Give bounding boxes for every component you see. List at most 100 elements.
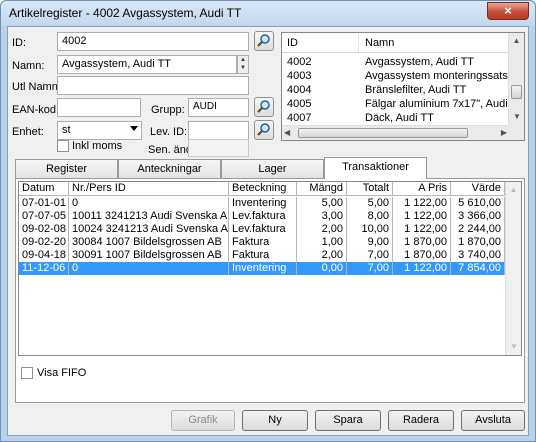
cell-varde: 2 244,00 <box>451 223 505 236</box>
list-item-id: 4004 <box>287 84 312 96</box>
cell-beteckning: Faktura <box>229 249 297 262</box>
scroll-down-icon[interactable]: ▼ <box>506 339 521 355</box>
name-spinner[interactable]: ▲ ▼ <box>237 55 249 74</box>
magnifier-icon <box>257 123 270 136</box>
cell-totalt: 9,00 <box>347 236 393 249</box>
article-list[interactable]: ID Namn 4002 Avgassystem, Audi TT 4003 Avga… <box>281 32 525 141</box>
ny-button[interactable]: Ny <box>242 410 308 431</box>
inkl-moms-label: Inkl moms <box>72 140 123 152</box>
sen-andr-field <box>188 139 249 157</box>
list-item[interactable]: 4002 Avgassystem, Audi TT <box>282 56 510 70</box>
group-search-button[interactable] <box>254 97 274 117</box>
grid-header: Datum Nr./Pers ID Beteckning Mängd Total… <box>19 182 505 196</box>
tab-anteckningar[interactable]: Anteckningar <box>118 159 221 179</box>
name-field[interactable]: Avgassystem, Audi TT <box>57 55 237 74</box>
cell-mangd: 3,00 <box>297 210 347 223</box>
window-title: Artikelregister - 4002 Avgassystem, Audi… <box>9 6 242 20</box>
ean-field[interactable] <box>57 98 141 117</box>
grafik-button[interactable]: Grafik <box>171 410 235 431</box>
name-label: Namn: <box>12 60 45 72</box>
table-row[interactable]: 07-01-01 0 Inventering 5,00 5,00 1 122,00 5 61… <box>19 197 505 210</box>
cell-mangd: 5,00 <box>297 197 347 210</box>
cell-beteckning: Inventering <box>229 197 297 210</box>
cell-apris: 1 870,00 <box>393 236 451 249</box>
spin-up-icon[interactable]: ▲ <box>238 56 248 64</box>
article-list-vscrollbar[interactable]: ▲ ▼ <box>508 33 524 125</box>
id-field[interactable]: 4002 <box>57 32 249 51</box>
scroll-thumb[interactable] <box>511 85 522 99</box>
group-label: Grupp: <box>151 104 185 116</box>
col-varde-header[interactable]: Värde <box>451 182 505 196</box>
utl-name-field[interactable] <box>57 76 249 95</box>
cell-datum: 07-07-05 <box>19 210 69 223</box>
tab-transaktioner[interactable]: Transaktioner <box>324 157 427 179</box>
table-row[interactable]: 09-02-08 10024 3241213 Audi Svenska AB Lev… <box>19 223 505 236</box>
list-item[interactable]: 4005 Fälgar aluminium 7x17", Audi TT <box>282 98 524 112</box>
col-name-header[interactable]: Namn <box>365 37 394 49</box>
lev-id-label: Lev. ID: <box>150 126 188 138</box>
cell-beteckning: Inventering <box>229 262 297 275</box>
avsluta-button[interactable]: Avsluta <box>461 410 525 431</box>
col-apris-header[interactable]: A Pris <box>393 182 451 196</box>
client-area: ID: 4002 Namn: Avgassystem, Audi TT ▲ ▼ … <box>7 26 529 436</box>
col-mangd-header[interactable]: Mängd <box>297 182 347 196</box>
article-list-hscrollbar[interactable]: ◀ ▶ <box>282 125 510 140</box>
cell-varde: 1 870,00 <box>451 236 505 249</box>
id-search-button[interactable] <box>254 31 274 51</box>
scroll-left-icon[interactable]: ◀ <box>284 125 290 140</box>
list-item-name: Avgassystem monteringssats, Aud <box>365 70 525 82</box>
cell-apris: 1 122,00 <box>393 210 451 223</box>
scroll-down-icon[interactable]: ▼ <box>509 109 524 125</box>
cell-mangd: 2,00 <box>297 249 347 262</box>
list-item-name: Fälgar aluminium 7x17", Audi TT <box>365 98 524 110</box>
title-bar[interactable]: Artikelregister - 4002 Avgassystem, Audi… <box>1 1 535 25</box>
visa-fifo-checkbox[interactable] <box>21 367 33 379</box>
cell-varde: 3 740,00 <box>451 249 505 262</box>
cell-beteckning: Lev.faktura <box>229 223 297 236</box>
scroll-up-icon[interactable]: ▲ <box>509 33 524 49</box>
cell-nr: 10024 3241213 Audi Svenska AB <box>69 223 229 236</box>
radera-button[interactable]: Radera <box>388 410 454 431</box>
table-row[interactable]: 07-07-05 10011 3241213 Audi Svenska AB Lev… <box>19 210 505 223</box>
cell-datum: 11-12-06 <box>19 262 69 275</box>
close-button[interactable]: × <box>487 2 529 20</box>
transactions-grid[interactable]: Datum Nr./Pers ID Beteckning Mängd Total… <box>18 181 522 356</box>
list-item[interactable]: 4003 Avgassystem monteringssats, Aud <box>282 70 524 84</box>
col-totalt-header[interactable]: Totalt <box>347 182 393 196</box>
scroll-up-icon[interactable]: ▲ <box>506 182 521 198</box>
list-item[interactable]: 4007 Däck, Audi TT <box>282 112 510 126</box>
hscroll-thumb[interactable] <box>298 128 468 138</box>
inkl-moms-checkbox[interactable] <box>57 140 69 152</box>
cell-mangd: 1,00 <box>297 236 347 249</box>
chevron-down-icon[interactable] <box>130 126 138 131</box>
col-nr-header[interactable]: Nr./Pers ID <box>69 182 229 196</box>
magnifier-icon <box>257 34 270 47</box>
cell-totalt: 7,00 <box>347 262 393 275</box>
col-id-header[interactable]: ID <box>287 37 298 49</box>
table-row[interactable]: 11-12-06 0 Inventering 0,00 7,00 1 122,00 7 85… <box>19 262 505 275</box>
cell-nr: 0 <box>69 262 229 275</box>
lev-id-field[interactable] <box>188 121 249 140</box>
lev-id-search-button[interactable] <box>254 120 274 140</box>
col-beteckning-header[interactable]: Beteckning <box>229 182 297 196</box>
utl-name-label: Utl Namn: <box>12 81 61 93</box>
scroll-right-icon[interactable]: ▶ <box>501 125 507 140</box>
spin-down-icon[interactable]: ▼ <box>238 64 248 72</box>
tab-register[interactable]: Register <box>15 159 118 179</box>
group-field[interactable]: AUDI <box>188 98 249 117</box>
grid-vscrollbar[interactable]: ▲ ▼ <box>505 182 521 355</box>
cell-totalt: 10,00 <box>347 223 393 236</box>
list-item-name: Däck, Audi TT <box>365 112 434 124</box>
unit-dropdown[interactable]: st <box>57 121 142 140</box>
cell-totalt: 7,00 <box>347 249 393 262</box>
list-item-id: 4007 <box>287 112 312 124</box>
tab-lager[interactable]: Lager <box>221 159 324 179</box>
list-item-id: 4005 <box>287 98 312 110</box>
col-datum-header[interactable]: Datum <box>19 182 69 196</box>
spara-button[interactable]: Spara <box>315 410 381 431</box>
cell-apris: 1 122,00 <box>393 197 451 210</box>
table-row[interactable]: 09-02-20 30084 1007 Bildelsgrossen AB Fakt… <box>19 236 505 249</box>
table-row[interactable]: 09-04-18 30091 1007 Bildelsgrossen AB Fakt… <box>19 249 505 262</box>
list-item[interactable]: 4004 Bränslefilter, Audi TT <box>282 84 510 98</box>
cell-varde: 7 854,00 <box>451 262 505 275</box>
